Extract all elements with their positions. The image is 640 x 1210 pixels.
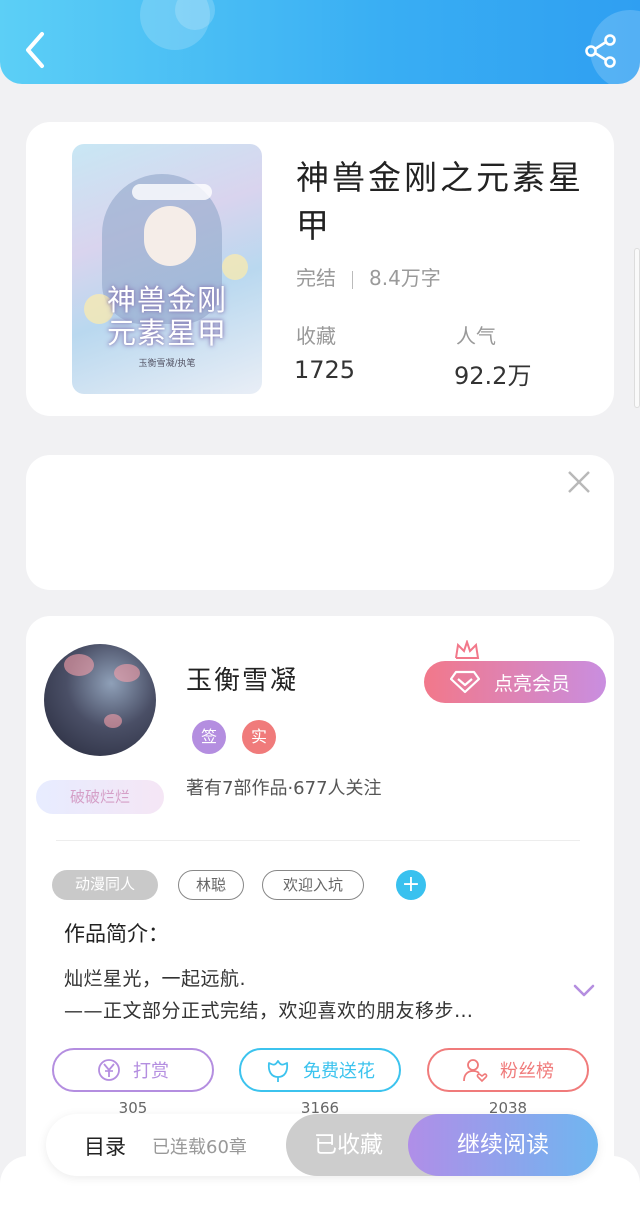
- vip-button-label: 点亮会员: [494, 672, 571, 695]
- book-meta: 完结 8.4万字: [296, 262, 441, 291]
- signed-badge: 签: [192, 720, 226, 754]
- diamond-icon: [450, 670, 480, 694]
- cover-art: [222, 254, 248, 280]
- cover-author-text: 玉衡雪凝/执笔: [138, 359, 196, 369]
- book-info-card: 神兽金刚 元素星甲 玉衡雪凝/执笔 神兽金刚之元素星甲 完结 8.4万字 收藏 1…: [26, 122, 614, 416]
- avatar-art: [104, 714, 122, 728]
- header-bar: [0, 0, 640, 84]
- close-icon[interactable]: [566, 469, 592, 495]
- chevron-down-icon[interactable]: [572, 982, 596, 1000]
- popularity-value: 92.2万: [454, 362, 532, 390]
- vip-activate-button[interactable]: 点亮会员: [424, 661, 606, 703]
- cover-art: [144, 206, 196, 266]
- verified-badge: 实: [242, 720, 276, 754]
- book-title: 神兽金刚之元素星甲: [296, 158, 584, 245]
- avatar-art: [114, 664, 140, 682]
- book-word-count: 8.4万字: [369, 266, 441, 290]
- popularity-label: 人气: [456, 324, 496, 348]
- collect-value: 1725: [294, 356, 356, 384]
- back-arrow-icon[interactable]: [20, 30, 54, 70]
- divider: [56, 840, 580, 841]
- continue-reading-button[interactable]: 继续阅读: [408, 1114, 598, 1176]
- flower-icon: [267, 1060, 289, 1082]
- author-name[interactable]: 玉衡雪凝: [186, 660, 298, 697]
- table-of-contents-link[interactable]: 目录: [84, 1131, 126, 1161]
- avatar[interactable]: [44, 644, 156, 756]
- fan-ranking-label: 粉丝榜: [500, 1061, 554, 1082]
- book-status: 完结: [296, 266, 336, 290]
- intro-line-1: 灿烂星光，一起远航.: [64, 968, 247, 990]
- cover-art: [132, 184, 212, 200]
- free-flower-label: 免费送花: [303, 1061, 375, 1082]
- cover-title-text: 神兽金刚 元素星甲: [106, 283, 227, 350]
- user-heart-icon: [463, 1059, 488, 1083]
- tag-chip[interactable]: 欢迎入坑: [262, 870, 364, 900]
- meta-divider: [352, 270, 353, 289]
- free-flower-button[interactable]: 免费送花: [239, 1048, 401, 1092]
- collect-label: 收藏: [296, 324, 336, 348]
- tip-button-label: 打赏: [133, 1061, 169, 1082]
- tag-chip[interactable]: 林聪: [178, 870, 244, 900]
- avatar-art: [64, 654, 94, 676]
- yen-coin-icon: [98, 1059, 120, 1081]
- scrollbar[interactable]: [634, 248, 640, 408]
- bottom-action-bar: 目录 已连载60章 已收藏 继续阅读: [46, 1114, 598, 1176]
- author-stats: 著有7部作品·677人关注: [186, 778, 382, 799]
- tip-button[interactable]: 打赏: [52, 1048, 214, 1092]
- add-tag-button[interactable]: +: [396, 870, 426, 900]
- crown-icon: [455, 640, 480, 659]
- intro-line-2: ——正文部分正式完结，欢迎喜欢的朋友移步…: [64, 1000, 474, 1022]
- ad-placeholder-card: [26, 455, 614, 590]
- tag-chip[interactable]: 动漫同人: [52, 870, 158, 900]
- share-icon[interactable]: [584, 34, 618, 68]
- chapter-count: 已连载60章: [152, 1137, 247, 1158]
- fan-ranking-button[interactable]: 粉丝榜: [427, 1048, 589, 1092]
- avatar-frame-badge: 破破烂烂: [36, 780, 164, 814]
- book-cover[interactable]: 神兽金刚 元素星甲 玉衡雪凝/执笔: [72, 144, 262, 394]
- intro-title: 作品简介：: [64, 922, 169, 946]
